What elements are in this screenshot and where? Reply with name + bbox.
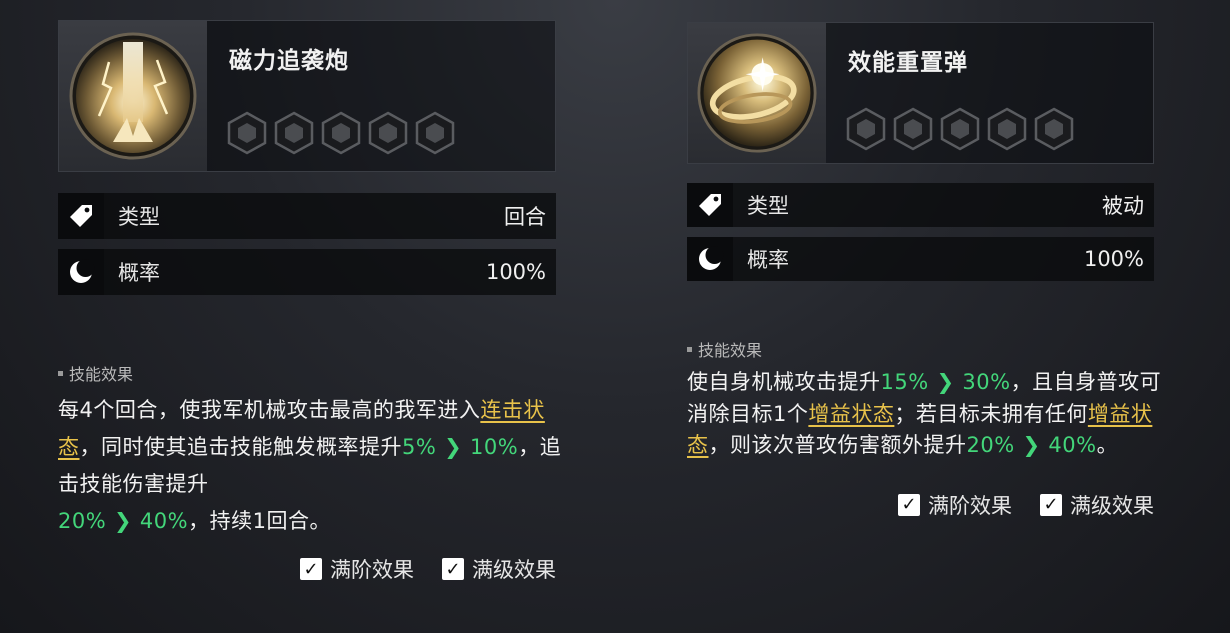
stat-label: 类型: [118, 205, 160, 229]
stat-row-type: 类型 回合: [58, 193, 556, 239]
rank-hexagon-icon: [940, 107, 980, 151]
upgrade-arrow-icon: ❯: [436, 435, 471, 459]
stat-label: 类型: [747, 194, 789, 218]
checkbox-max-level[interactable]: ✓ 满级效果: [1040, 490, 1154, 520]
stat-row-probability: 概率 100%: [687, 237, 1154, 281]
keyword-link-buff[interactable]: 增益状态: [808, 402, 894, 426]
tag-icon: [58, 193, 104, 239]
lightning-beam-icon: [69, 32, 197, 160]
skill-name: 磁力追袭炮: [229, 48, 349, 74]
rank-hexagon-icon: [227, 111, 267, 155]
energy-orb-icon: [697, 33, 817, 153]
effect-description: 使自身机械攻击提升15% ❯ 30%，且自身普攻可消除目标1个增益状态；若目标未…: [687, 370, 1162, 457]
checkbox-max-level[interactable]: ✓ 满级效果: [442, 554, 556, 584]
effect-options: ✓ 满阶效果 ✓ 满级效果: [687, 490, 1154, 520]
skill-icon-frame[interactable]: [59, 21, 207, 171]
upgrade-arrow-icon: ❯: [1014, 433, 1049, 457]
rank-hexagon-icon: [893, 107, 933, 151]
check-icon: ✓: [898, 493, 920, 516]
bullet-square-icon: [687, 346, 692, 352]
check-icon: ✓: [300, 558, 322, 580]
star-rank: [846, 107, 1074, 151]
rank-hexagon-icon: [274, 111, 314, 155]
effect-description: 每4个回合，使我军机械攻击最高的我军进入连击状态，同时使其追击技能触发概率提升5…: [58, 398, 562, 533]
checkbox-max-rank[interactable]: ✓ 满阶效果: [300, 554, 414, 584]
skill-card-2: 效能重置弹 类型 被动 概率 100% 技能效果 使自身机械攻击提升15% ❯ …: [687, 22, 1161, 520]
upgrade-arrow-icon: ❯: [106, 509, 140, 533]
moon-icon: [58, 249, 104, 295]
rank-hexagon-icon: [846, 107, 886, 151]
skill-header: 磁力追袭炮: [58, 20, 556, 172]
rank-hexagon-icon: [321, 111, 361, 155]
effect-options: ✓ 满阶效果 ✓ 满级效果: [58, 554, 556, 584]
star-rank: [227, 111, 455, 155]
stat-value: 100%: [1083, 247, 1144, 271]
tag-icon: [687, 183, 733, 227]
effect-section-title: 技能效果: [687, 337, 1154, 361]
stat-row-probability: 概率 100%: [58, 249, 556, 295]
stat-row-type: 类型 被动: [687, 183, 1154, 227]
skill-header: 效能重置弹: [687, 22, 1154, 164]
stat-label: 概率: [747, 248, 789, 272]
stat-value: 100%: [485, 260, 546, 284]
skill-icon-frame[interactable]: [688, 23, 826, 163]
bullet-square-icon: [58, 370, 63, 376]
skill-name: 效能重置弹: [848, 50, 968, 76]
checkbox-max-rank[interactable]: ✓ 满阶效果: [898, 490, 1012, 520]
upgrade-arrow-icon: ❯: [928, 370, 963, 394]
check-icon: ✓: [442, 558, 464, 580]
rank-hexagon-icon: [1034, 107, 1074, 151]
rank-hexagon-icon: [368, 111, 408, 155]
stat-value: 被动: [1102, 194, 1144, 218]
skill-card-1: 磁力追袭炮 类型 回合 概率 100% 技能效果 每4个回合，使我军机械攻击最高…: [58, 20, 561, 584]
stat-value: 回合: [504, 205, 546, 229]
effect-section-title: 技能效果: [58, 361, 556, 385]
stat-label: 概率: [118, 261, 160, 285]
moon-icon: [687, 237, 733, 281]
rank-hexagon-icon: [987, 107, 1027, 151]
rank-hexagon-icon: [415, 111, 455, 155]
check-icon: ✓: [1040, 493, 1062, 516]
